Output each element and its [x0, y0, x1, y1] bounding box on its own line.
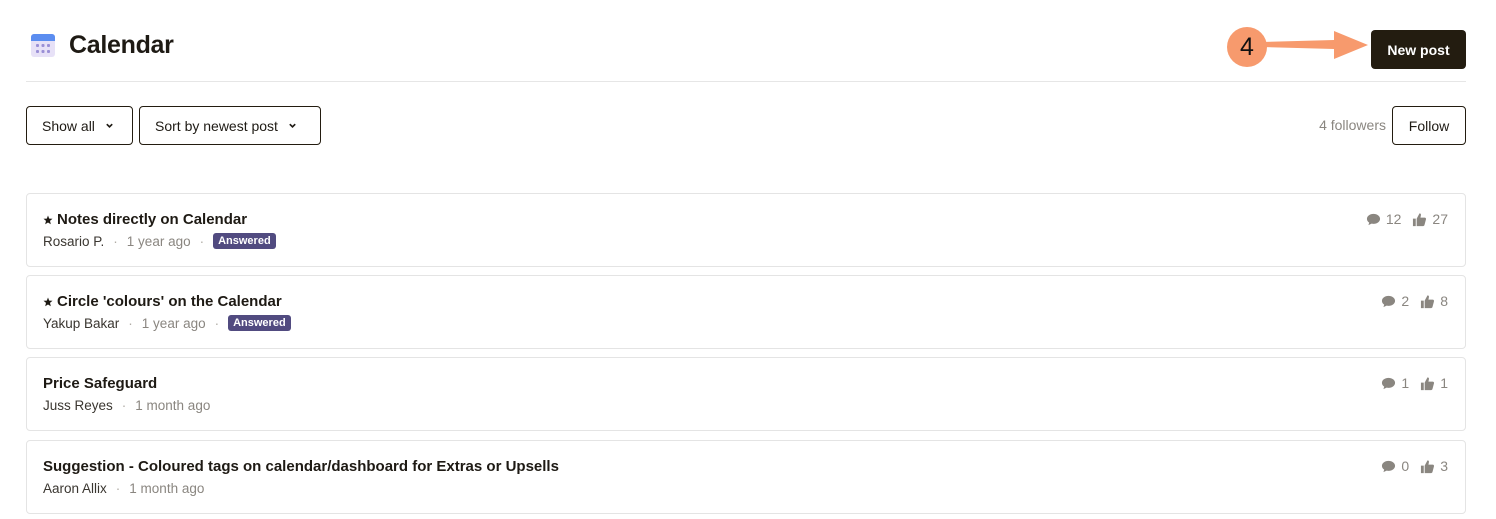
like-count: 27 — [1432, 211, 1448, 227]
post-item[interactable]: Circle 'colours' on the Calendar Yakup B… — [26, 275, 1466, 349]
comment-icon — [1382, 377, 1396, 389]
thumbs-up-icon[interactable] — [1420, 294, 1435, 309]
like-count: 3 — [1440, 458, 1448, 474]
annotation-arrow-icon — [1262, 31, 1368, 59]
post-time: 1 month ago — [135, 397, 211, 413]
thumbs-up-icon[interactable] — [1420, 376, 1435, 391]
post-stats: 1 1 — [1381, 375, 1448, 391]
separator: · — [214, 315, 220, 331]
like-count: 8 — [1440, 293, 1448, 309]
post-title[interactable]: Circle 'colours' on the Calendar — [43, 293, 282, 310]
comment-icon — [1382, 460, 1396, 472]
post-title-text: Suggestion - Coloured tags on calendar/d… — [43, 458, 559, 475]
new-post-button[interactable]: New post — [1371, 30, 1466, 69]
show-all-label: Show all — [42, 117, 95, 134]
comment-count: 0 — [1401, 458, 1410, 474]
post-title-text: Circle 'colours' on the Calendar — [57, 293, 282, 310]
post-title-text: Notes directly on Calendar — [57, 211, 248, 228]
post-meta: Juss Reyes · 1 month ago — [43, 396, 210, 414]
chevron-down-icon — [289, 123, 296, 128]
comment-count: 2 — [1401, 293, 1410, 309]
comment-count: 1 — [1401, 375, 1410, 391]
post-meta: Aaron Allix · 1 month ago — [43, 479, 204, 497]
post-time: 1 month ago — [129, 480, 205, 496]
post-meta: Yakup Bakar · 1 year ago · Answered — [43, 314, 291, 332]
post-stats: 0 3 — [1381, 458, 1448, 474]
comment-icon — [1366, 213, 1380, 225]
post-author: Juss Reyes — [43, 397, 113, 413]
status-badge: Answered — [228, 315, 291, 331]
show-all-dropdown[interactable]: Show all — [26, 106, 133, 145]
post-author: Rosario P. — [43, 233, 105, 249]
star-icon — [43, 297, 53, 306]
thumbs-up-icon[interactable] — [1420, 459, 1435, 474]
thumbs-up-icon[interactable] — [1412, 212, 1427, 227]
post-author: Yakup Bakar — [43, 315, 120, 331]
separator: · — [113, 233, 118, 249]
follow-button[interactable]: Follow — [1392, 106, 1466, 145]
like-count: 1 — [1440, 375, 1448, 391]
status-badge: Answered — [213, 233, 276, 249]
post-item[interactable]: Notes directly on Calendar Rosario P. · … — [26, 193, 1466, 267]
separator: · — [115, 480, 121, 496]
page-title: Calendar — [69, 31, 174, 59]
post-stats: 2 8 — [1381, 293, 1448, 309]
post-time: 1 year ago — [141, 315, 206, 331]
followers-count: 4 followers — [1319, 117, 1386, 133]
separator: · — [199, 233, 205, 249]
post-author: Aaron Allix — [43, 480, 107, 496]
comment-icon — [1382, 295, 1396, 307]
post-title[interactable]: Suggestion - Coloured tags on calendar/d… — [43, 458, 559, 475]
separator: · — [128, 315, 133, 331]
comment-count: 12 — [1385, 211, 1402, 227]
separator: · — [121, 397, 127, 413]
calendar-icon — [31, 34, 55, 57]
post-stats: 12 27 — [1366, 211, 1448, 227]
post-title-text: Price Safeguard — [43, 375, 158, 392]
chevron-down-icon — [106, 123, 113, 128]
post-item[interactable]: Price Safeguard Juss Reyes · 1 month ago… — [26, 357, 1466, 431]
star-icon — [43, 215, 53, 224]
post-item[interactable]: Suggestion - Coloured tags on calendar/d… — [26, 440, 1466, 514]
post-meta: Rosario P. · 1 year ago · Answered — [43, 232, 276, 250]
post-title[interactable]: Price Safeguard — [43, 375, 157, 392]
post-title[interactable]: Notes directly on Calendar — [43, 211, 247, 228]
post-time: 1 year ago — [126, 233, 191, 249]
step-number-badge: 4 — [1227, 27, 1267, 67]
sort-label: Sort by newest post — [155, 117, 278, 134]
sort-dropdown[interactable]: Sort by newest post — [139, 106, 321, 145]
forum-page: Calendar New post 4 Show all Sort by new… — [0, 0, 1496, 519]
